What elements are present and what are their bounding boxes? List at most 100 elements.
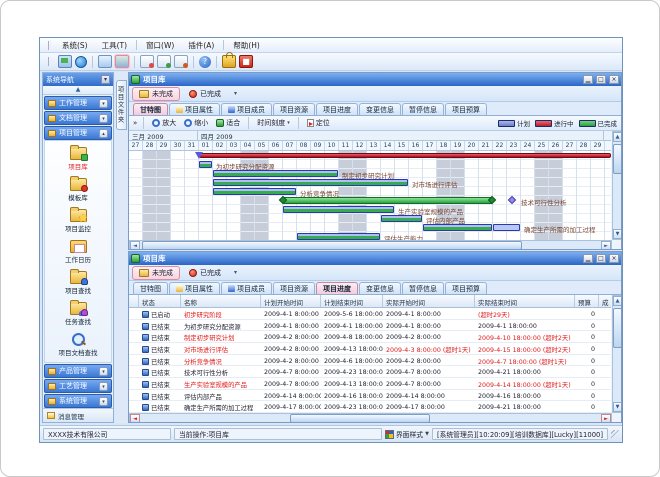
table-row[interactable]: 已结束分析竞争情况2009-4-2 8:00:002009-4-6 18:00:… <box>129 355 611 367</box>
gantt-bar-4[interactable] <box>213 188 296 195</box>
fit-button[interactable]: 适合 <box>214 117 242 129</box>
scroll-up-arrow[interactable]: ▲ <box>613 132 622 142</box>
scroll-thumb[interactable] <box>613 144 622 174</box>
gantt-filter-tab-1[interactable]: 已完成 <box>182 87 228 101</box>
table-header-4[interactable]: 实际开始时间 <box>383 295 475 307</box>
close-button[interactable]: × <box>609 75 619 84</box>
gantt-tab-5[interactable]: 变更信息 <box>359 103 401 115</box>
table-panel-titlebar[interactable]: 项目库 ▁ □ × <box>129 252 621 265</box>
table-filter-tab-1[interactable]: 已完成 <box>182 266 228 280</box>
gantt-bar-5[interactable] <box>283 197 493 204</box>
scroll-thumb[interactable] <box>613 308 622 348</box>
gantt-tab-6[interactable]: 暂停信息 <box>402 103 444 115</box>
table-filter-overflow[interactable]: ▾ <box>234 269 237 276</box>
mail-verify-icon[interactable] <box>157 55 171 68</box>
table-tab-6[interactable]: 暂停信息 <box>402 282 444 294</box>
scroll-up-arrow[interactable]: ▲ <box>613 296 622 306</box>
sidebar-section-top-1[interactable]: 文档管理▾ <box>44 111 112 125</box>
sidebar-item-4[interactable]: 项目查找 <box>45 271 111 295</box>
sidebar-section-top-0[interactable]: 工作管理▾ <box>44 96 112 110</box>
gantt-vertical-scrollbar[interactable]: ▲▼ <box>612 131 622 240</box>
gantt-tab-7[interactable]: 项目预算 <box>445 103 487 115</box>
gantt-tab-1[interactable]: 项目属性 <box>169 103 220 115</box>
menu-item-0[interactable]: 系统(S) <box>55 39 95 52</box>
table-tab-3[interactable]: 项目资源 <box>273 282 315 294</box>
table-horizontal-scrollbar[interactable]: ◄► <box>129 413 612 423</box>
scroll-thumb[interactable] <box>142 241 522 250</box>
folder-icon[interactable] <box>98 55 112 68</box>
sidebar-section-bottom-0[interactable]: 产品管理▾ <box>44 364 112 378</box>
table-row[interactable]: 已结束对市场进行评估2009-4-2 8:00:002009-4-13 18:0… <box>129 343 611 355</box>
gantt-tab-4[interactable]: 项目进度 <box>316 103 358 115</box>
gantt-filter-tab-0[interactable]: 未完成 <box>132 87 180 101</box>
help-icon[interactable]: ? <box>199 56 211 68</box>
gantt-tab-3[interactable]: 项目资源 <box>273 103 315 115</box>
table-tab-4[interactable]: 项目进度 <box>316 282 358 294</box>
minimize-button[interactable]: ▁ <box>583 254 593 263</box>
zoom-out-button[interactable]: 缩小 <box>182 117 210 129</box>
sidebar-item-5[interactable]: 任务查找 <box>45 302 111 326</box>
table-row[interactable]: 已结束评估内部产品2009-4-14 8:00:002009-4-16 18:0… <box>129 390 611 402</box>
gantt-bar-summary[interactable] <box>199 153 611 158</box>
side-tab-project-folder[interactable]: 项目文件夹 <box>116 80 127 130</box>
computer-icon[interactable] <box>58 55 72 68</box>
table-vertical-scrollbar[interactable]: ▲▼ <box>612 295 622 413</box>
minimize-button[interactable]: ▁ <box>583 75 593 84</box>
table-tab-7[interactable]: 项目预算 <box>445 282 487 294</box>
maximize-button[interactable]: □ <box>596 254 606 263</box>
style-button[interactable]: 界面样式 ▼ <box>385 429 429 439</box>
scroll-left-arrow[interactable]: ◄ <box>130 414 140 423</box>
gantt-bar-6[interactable] <box>283 206 394 213</box>
table-filter-tab-0[interactable]: 未完成 <box>132 266 180 280</box>
toolbar-overflow-button[interactable]: » <box>133 119 137 127</box>
gantt-bar-9[interactable] <box>297 233 380 240</box>
gantt-panel-titlebar[interactable]: 项目库 ▁ □ × <box>129 73 621 86</box>
table-tab-2[interactable]: 项目成员 <box>221 282 272 294</box>
scroll-track[interactable] <box>613 142 622 229</box>
mail-new-icon[interactable] <box>140 55 154 68</box>
chevron-up-icon[interactable]: ▴ <box>99 129 108 138</box>
scroll-down-arrow[interactable]: ▼ <box>613 229 622 239</box>
scroll-thumb[interactable] <box>290 414 430 423</box>
menu-item-4[interactable]: 帮助(H) <box>226 39 267 52</box>
table-row[interactable]: 已启动初步研究阶段2009-4-1 8:00:002009-5-6 18:00:… <box>129 308 611 320</box>
sidebar-section-bottom-1[interactable]: 工艺管理▾ <box>44 379 112 393</box>
sidebar-item-3[interactable]: 工作日历 <box>45 240 111 264</box>
table-row[interactable]: 已结束生产实验室规模的产品2009-4-7 8:00:002009-4-13 1… <box>129 378 611 390</box>
table-row[interactable]: 已结束制定初步研究计划2009-4-2 8:00:002009-4-8 18:0… <box>129 331 611 343</box>
resize-grip[interactable] <box>611 430 619 438</box>
chevron-down-icon[interactable]: ▾ <box>99 114 108 123</box>
save-icon[interactable] <box>115 55 129 68</box>
gantt-horizontal-scrollbar[interactable]: ◄► <box>129 240 612 250</box>
exit-icon[interactable]: ■ <box>239 55 253 68</box>
scroll-track[interactable] <box>140 241 601 250</box>
zoom-in-button[interactable]: 放大 <box>150 117 178 129</box>
scroll-right-arrow[interactable]: ► <box>601 414 611 423</box>
table-tab-1[interactable]: 项目属性 <box>169 282 220 294</box>
scroll-down-arrow[interactable]: ▼ <box>613 402 622 412</box>
maximize-button[interactable]: □ <box>596 75 606 84</box>
sidebar-item-6[interactable]: 项目文档查找 <box>45 333 111 357</box>
scroll-left-arrow[interactable]: ◄ <box>130 241 140 250</box>
mail-delete-icon[interactable] <box>174 55 188 68</box>
sidebar-scroll-up-button[interactable]: ▲ <box>43 86 113 95</box>
table-tab-5[interactable]: 变更信息 <box>359 282 401 294</box>
menu-item-1[interactable]: 工具(T) <box>95 39 134 52</box>
sidebar-section-bottom-2[interactable]: 系统管理▾ <box>44 394 112 408</box>
globe-icon[interactable] <box>75 56 87 68</box>
chevron-down-icon[interactable]: ▾ <box>99 382 108 391</box>
menu-item-3[interactable]: 插件(A) <box>181 39 221 52</box>
gantt-bar-plan-8[interactable] <box>493 224 520 231</box>
sidebar-item-2[interactable]: 项目监控 <box>45 209 111 233</box>
table-header-1[interactable]: 名称 <box>181 295 261 307</box>
gantt-bar-3[interactable] <box>213 179 408 186</box>
table-header-7[interactable]: 成 <box>599 295 611 307</box>
gantt-bar-2[interactable] <box>213 170 338 177</box>
table-header-0[interactable]: 状态 <box>139 295 181 307</box>
locate-button[interactable]: 定位 <box>305 117 332 129</box>
table-header-5[interactable]: 实际结束时间 <box>475 295 575 307</box>
gantt-bar-7[interactable] <box>381 215 422 222</box>
table-header-3[interactable]: 计划结束时间 <box>321 295 383 307</box>
chevron-down-icon[interactable]: ▾ <box>99 99 108 108</box>
gantt-tab-0[interactable]: 甘特图 <box>133 103 168 115</box>
